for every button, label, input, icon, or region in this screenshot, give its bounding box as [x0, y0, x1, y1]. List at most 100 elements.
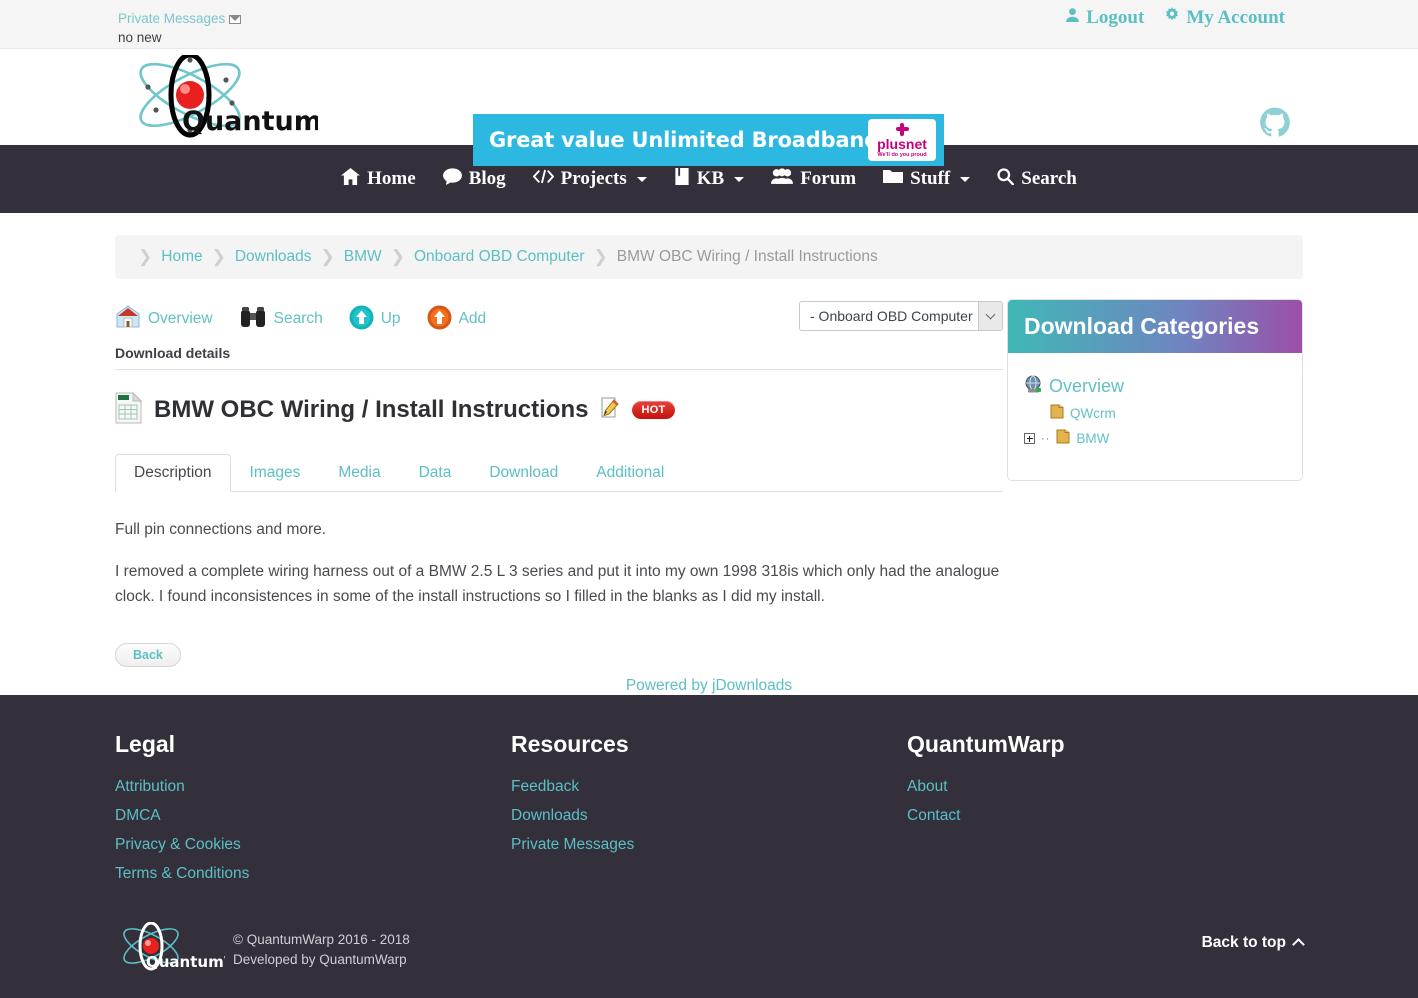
footer-link-contact[interactable]: Contact — [907, 807, 1303, 825]
footer-link-feedback[interactable]: Feedback — [511, 778, 907, 796]
site-logo[interactable]: QuantumWarp — [118, 55, 318, 141]
footer-heading: Resources — [511, 731, 629, 758]
up-button[interactable]: Up — [349, 305, 401, 334]
chevron-right-icon: ❯ — [138, 247, 153, 266]
tab-description[interactable]: Description — [115, 454, 231, 492]
tab-images[interactable]: Images — [231, 454, 320, 492]
copyright-line: © QuantumWarp 2016 - 2018 — [233, 931, 410, 947]
tree-item-overview[interactable]: Overview — [1024, 375, 1286, 398]
breadcrumb-item-onboard-obd-computer[interactable]: Onboard OBD Computer — [414, 248, 585, 266]
tab-download[interactable]: Download — [470, 454, 577, 492]
nav-item-search[interactable]: Search — [997, 167, 1077, 191]
nav-item-blog[interactable]: Blog — [442, 167, 506, 191]
logo-wordmark: QuantumWarp — [182, 106, 318, 137]
folder-icon — [1050, 404, 1064, 423]
github-icon — [1259, 107, 1291, 143]
edit-button[interactable] — [600, 397, 620, 423]
footer-link-attribution[interactable]: Attribution — [115, 778, 511, 796]
footer-link-dmca[interactable]: DMCA — [115, 807, 511, 825]
comment-icon — [442, 167, 462, 191]
description-body: Full pin connections and more. I removed… — [115, 518, 1003, 609]
breadcrumb-item-downloads[interactable]: Downloads — [235, 248, 312, 266]
footer-logo-wordmark: QuantumWarp — [146, 953, 225, 971]
private-messages-link[interactable]: Private Messages — [118, 11, 225, 26]
nav-label: Home — [367, 168, 416, 189]
my-account-button[interactable]: My Account — [1164, 7, 1285, 29]
book-icon — [674, 167, 690, 191]
add-button[interactable]: Add — [427, 305, 487, 334]
page-content: ❯ Home ❯ Downloads ❯ BMW ❯ Onboard OBD C… — [0, 235, 1418, 696]
add-label: Add — [458, 310, 487, 327]
nav-item-kb[interactable]: KB — [674, 167, 745, 191]
advertisement-banner[interactable]: Great value Unlimited Broadband plusnet … — [473, 114, 944, 166]
nav-label: Search — [1021, 168, 1077, 189]
nav-item-home[interactable]: Home — [341, 167, 416, 191]
chevron-down-icon — [960, 176, 971, 182]
tab-media[interactable]: Media — [319, 454, 399, 492]
breadcrumb: ❯ Home ❯ Downloads ❯ BMW ❯ Onboard OBD C… — [115, 235, 1303, 279]
tab-data[interactable]: Data — [400, 454, 471, 492]
download-title-row: BMW OBC Wiring / Install Instructions HO… — [115, 391, 1003, 428]
footer-heading: Legal — [115, 731, 176, 758]
globe-icon — [1024, 375, 1043, 398]
tree-item-qwcrm[interactable]: QWcrm — [1024, 404, 1286, 423]
chevron-down-icon — [734, 176, 745, 182]
developed-line: Developed by QuantumWarp — [233, 952, 407, 968]
footer-link-about[interactable]: About — [907, 778, 1303, 796]
module-header: Download Categories — [1008, 300, 1302, 353]
nav-item-stuff[interactable]: Stuff — [883, 168, 971, 190]
footer-link-terms[interactable]: Terms & Conditions — [115, 865, 511, 883]
overview-button[interactable]: Overview — [115, 305, 213, 333]
tree-label[interactable]: BMW — [1076, 431, 1109, 446]
download-toolbar: Overview Search Up Add - Onboard OBD Com… — [115, 299, 1003, 339]
github-link[interactable] — [1259, 107, 1291, 143]
excel-file-icon — [115, 391, 143, 428]
tree-label[interactable]: QWcrm — [1070, 406, 1116, 421]
category-select[interactable]: - Onboard OBD Computer — [799, 301, 1003, 331]
logout-button[interactable]: Logout — [1065, 7, 1144, 29]
footer-column-resources: Resources Feedback Downloads Private Mes… — [511, 731, 907, 894]
footer-column-legal: Legal Attribution DMCA Privacy & Cookies… — [115, 731, 511, 894]
back-to-top-label: Back to top — [1201, 934, 1286, 952]
nav-item-forum[interactable]: Forum — [771, 167, 857, 191]
breadcrumb-item-home[interactable]: Home — [161, 248, 202, 266]
footer-bottom-bar: QuantumWarp © QuantumWarp 2016 - 2018 De… — [115, 921, 1305, 998]
chevron-right-icon: ❯ — [390, 247, 405, 266]
tree-label[interactable]: Overview — [1049, 376, 1124, 397]
chevron-down-icon[interactable] — [978, 302, 1002, 330]
description-paragraph: Full pin connections and more. — [115, 521, 327, 538]
up-label: Up — [380, 310, 401, 327]
tab-additional[interactable]: Additional — [577, 454, 683, 492]
nav-label: Forum — [800, 168, 857, 189]
nav-label: Blog — [468, 168, 506, 189]
footer-link-privacy[interactable]: Privacy & Cookies — [115, 836, 511, 854]
sidebar: Download Categories Overview QWcrm ·· BM… — [1003, 299, 1303, 667]
tree-item-bmw[interactable]: ·· BMW — [1024, 429, 1286, 448]
chevron-down-icon — [636, 176, 647, 182]
section-label: Download details — [115, 345, 1003, 370]
nav-label: Stuff — [910, 168, 951, 189]
back-button[interactable]: Back — [115, 643, 181, 668]
footer-link-downloads[interactable]: Downloads — [511, 807, 907, 825]
footer-column-quantumwarp: QuantumWarp About Contact — [907, 731, 1303, 894]
users-icon — [771, 167, 794, 191]
chevron-right-icon: ❯ — [211, 247, 226, 266]
search-icon — [997, 167, 1015, 191]
powered-by-link[interactable]: Powered by jDownloads — [626, 677, 792, 694]
binoculars-icon — [239, 306, 267, 332]
home-icon — [341, 167, 361, 191]
search-button[interactable]: Search — [239, 306, 323, 332]
arrow-up-circle-orange-icon — [427, 305, 452, 334]
expand-plus-icon[interactable] — [1024, 433, 1035, 444]
private-messages-label: Private Messages — [118, 11, 226, 26]
main-column: Overview Search Up Add - Onboard OBD Com… — [115, 299, 1003, 668]
user-icon — [1065, 7, 1080, 29]
nav-item-projects[interactable]: Projects — [532, 168, 647, 190]
plusnet-tagline: We'll do you proud — [877, 151, 927, 158]
chevron-up-icon — [1292, 938, 1305, 952]
envelope-icon — [229, 15, 242, 24]
back-to-top-button[interactable]: Back to top — [1201, 934, 1305, 952]
breadcrumb-item-bmw[interactable]: BMW — [344, 248, 382, 266]
private-messages-block: Private Messages no new — [118, 9, 242, 47]
footer-link-private-messages[interactable]: Private Messages — [511, 836, 907, 854]
